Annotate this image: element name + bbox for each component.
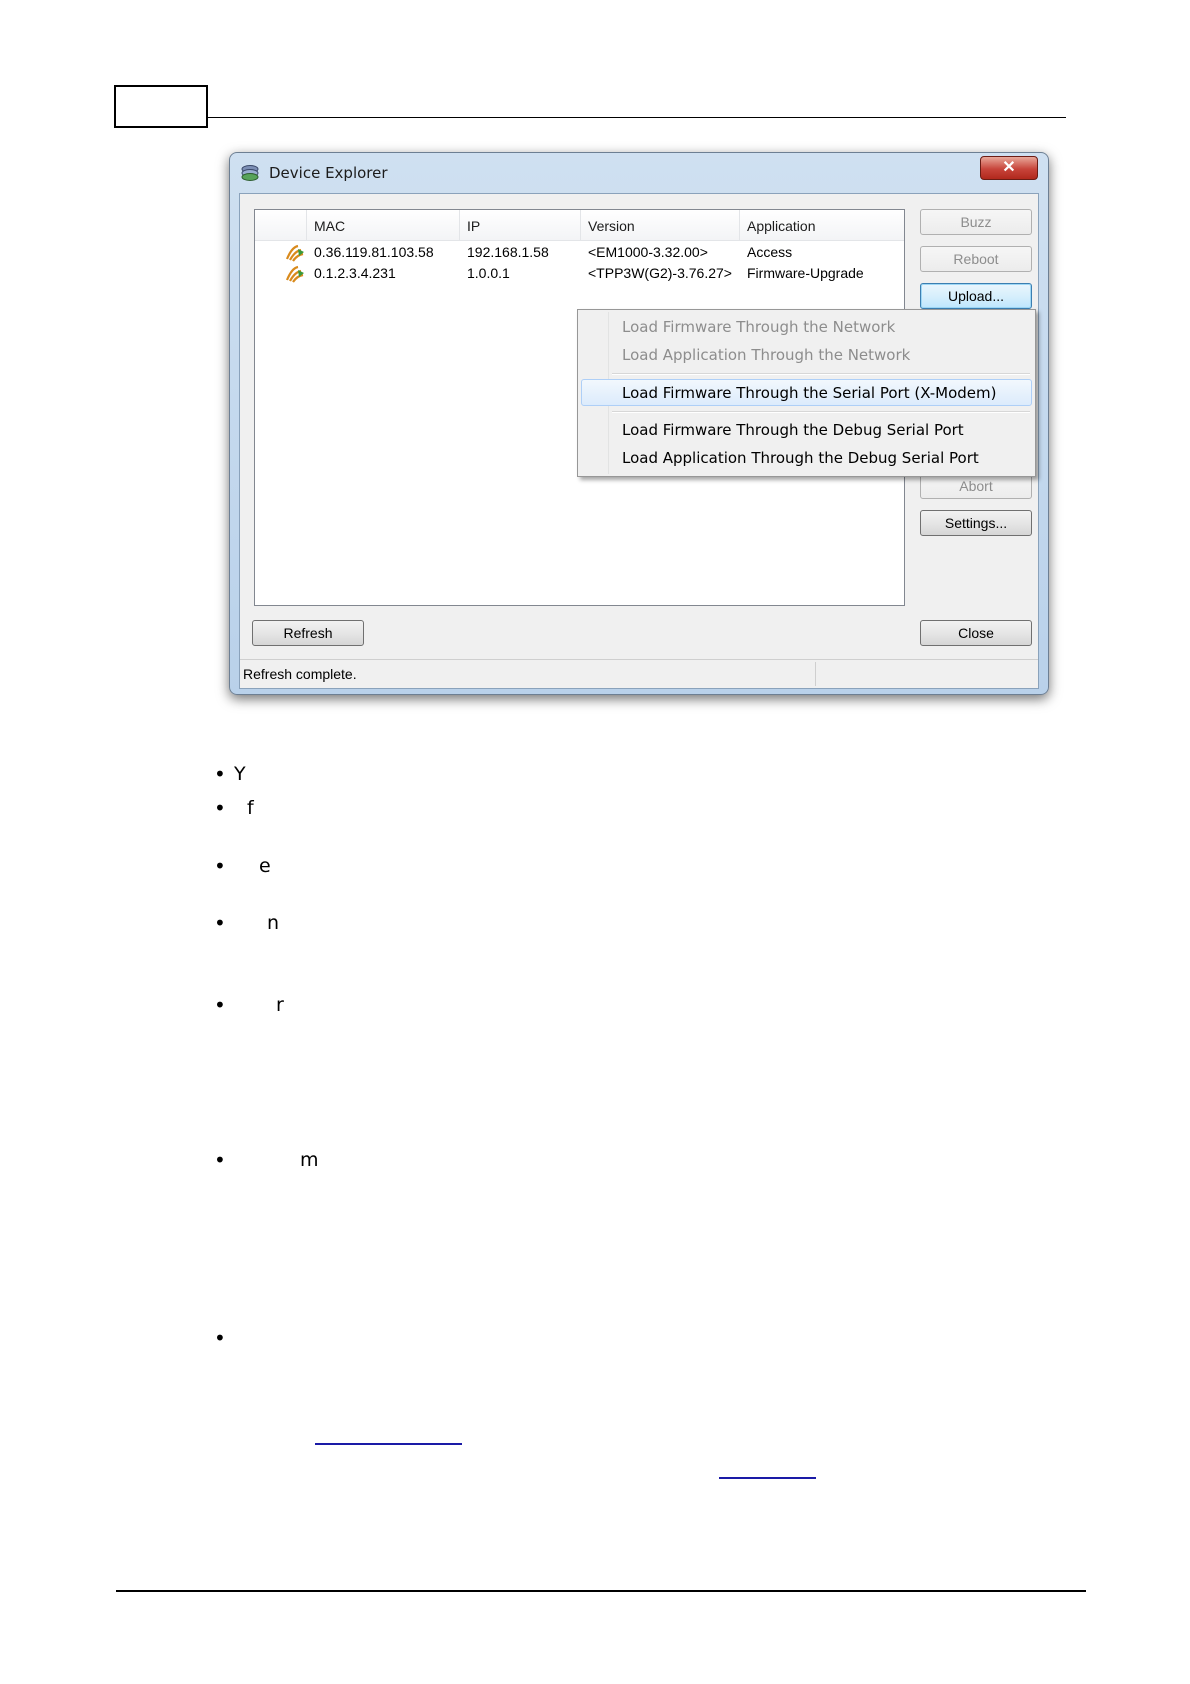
menu-item-load-firmware-serial-xmodem[interactable]: Load Firmware Through the Serial Port (X… bbox=[581, 379, 1032, 406]
text-fragment: m bbox=[300, 1149, 319, 1171]
device-application: Access bbox=[747, 244, 793, 260]
menu-item-label: Load Application Through the Network bbox=[622, 346, 911, 364]
device-mac: 0.1.2.3.4.231 bbox=[314, 265, 396, 281]
menu-item-load-firmware-debug-serial[interactable]: Load Firmware Through the Debug Serial P… bbox=[581, 417, 1032, 444]
footer-rule bbox=[116, 1590, 1086, 1592]
column-header-mac[interactable]: MAC bbox=[307, 210, 460, 240]
device-row[interactable]: 0.36.119.81.103.58 192.168.1.58 <EM1000-… bbox=[255, 242, 904, 263]
bullet-icon: • bbox=[214, 1148, 226, 1172]
buzz-button[interactable]: Buzz bbox=[920, 209, 1032, 235]
device-ip: 192.168.1.58 bbox=[467, 244, 549, 260]
reboot-button[interactable]: Reboot bbox=[920, 246, 1032, 272]
menu-item-load-application-debug-serial[interactable]: Load Application Through the Debug Seria… bbox=[581, 445, 1032, 472]
menu-item-load-application-network[interactable]: Load Application Through the Network bbox=[581, 342, 1032, 369]
bullet-icon: • bbox=[214, 911, 226, 935]
list-header: MAC IP Version Application bbox=[255, 210, 904, 241]
device-icon bbox=[285, 244, 304, 262]
bullet-icon: • bbox=[214, 796, 226, 820]
device-explorer-icon bbox=[241, 165, 259, 181]
hyperlink-underline[interactable] bbox=[315, 1443, 462, 1445]
title-bar[interactable]: Device Explorer ✕ bbox=[230, 153, 1048, 189]
hyperlink-underline[interactable] bbox=[719, 1477, 816, 1479]
settings-button[interactable]: Settings... bbox=[920, 510, 1032, 536]
menu-item-load-firmware-network[interactable]: Load Firmware Through the Network bbox=[581, 314, 1032, 341]
device-mac: 0.36.119.81.103.58 bbox=[314, 244, 434, 260]
bullet-icon: • bbox=[214, 1326, 226, 1350]
menu-separator bbox=[612, 411, 1030, 413]
upload-menu: Load Firmware Through the Network Load A… bbox=[577, 309, 1036, 477]
header-rule bbox=[208, 117, 1066, 118]
device-icon bbox=[285, 265, 304, 283]
device-version: <EM1000-3.32.00> bbox=[588, 244, 708, 260]
text-fragment: f bbox=[247, 797, 254, 819]
column-header-application[interactable]: Application bbox=[740, 210, 904, 240]
menu-item-label: Load Application Through the Debug Seria… bbox=[622, 449, 979, 467]
device-version: <TPP3W(G2)-3.76.27> bbox=[588, 265, 732, 281]
column-header-ip[interactable]: IP bbox=[460, 210, 581, 240]
menu-item-label: Load Firmware Through the Debug Serial P… bbox=[622, 421, 964, 439]
column-header-icon[interactable] bbox=[255, 210, 307, 240]
device-row[interactable]: 0.1.2.3.4.231 1.0.0.1 <TPP3W(G2)-3.76.27… bbox=[255, 263, 904, 284]
page-number-box bbox=[114, 85, 208, 128]
menu-separator bbox=[612, 373, 1030, 375]
column-header-version[interactable]: Version bbox=[581, 210, 740, 240]
text-fragment: n bbox=[267, 912, 280, 934]
bullet-icon: • bbox=[214, 854, 226, 878]
device-ip: 1.0.0.1 bbox=[467, 265, 510, 281]
menu-item-label: Load Firmware Through the Network bbox=[622, 318, 896, 336]
menu-item-label: Load Firmware Through the Serial Port (X… bbox=[622, 384, 997, 402]
status-text: Refresh complete. bbox=[243, 666, 357, 682]
text-fragment: Y bbox=[234, 763, 246, 785]
status-bar: Refresh complete. bbox=[240, 659, 1038, 688]
window-title: Device Explorer bbox=[269, 164, 388, 182]
status-separator bbox=[815, 662, 816, 686]
text-fragment: r bbox=[276, 994, 284, 1016]
device-application: Firmware-Upgrade bbox=[747, 265, 864, 281]
upload-button[interactable]: Upload... bbox=[920, 283, 1032, 309]
bullet-icon: • bbox=[214, 762, 226, 786]
bullet-icon: • bbox=[214, 993, 226, 1017]
close-icon[interactable]: ✕ bbox=[980, 156, 1038, 180]
refresh-button[interactable]: Refresh bbox=[252, 620, 364, 646]
close-button[interactable]: Close bbox=[920, 620, 1032, 646]
text-fragment: e bbox=[259, 855, 271, 877]
